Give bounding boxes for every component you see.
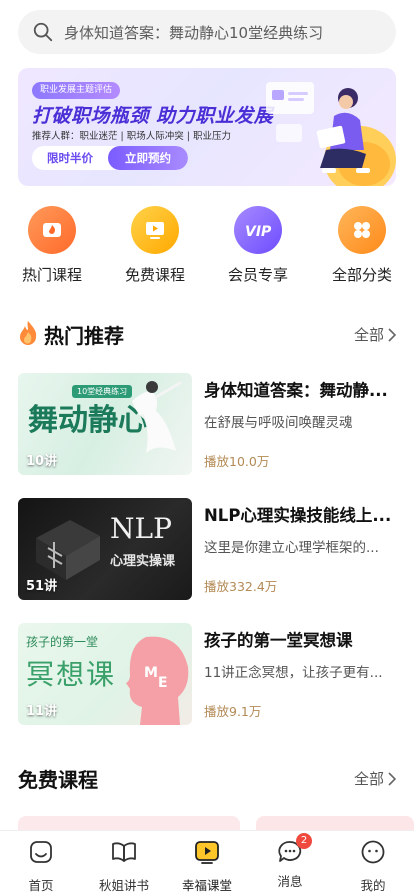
child-head-profile-image: M E [126,636,189,725]
quick-entry-label: 会员专享 [227,266,288,284]
tab-label: 秋姐讲书 [98,878,149,893]
course-title: NLP心理实操技能线上... [204,506,392,525]
tab-label: 我的 [360,878,386,893]
classroom-play-icon [195,841,219,864]
course-description: 11讲正念冥想，让孩子更有... [204,665,383,681]
thumbnail-subtitle: 心理实操课 [110,554,176,569]
hot-see-all-link[interactable]: 全部 [354,324,396,345]
banner-price-label: 限时半价 [47,151,93,165]
chevron-right-icon [388,771,396,786]
course-thumbnail: 孩子的第一堂 冥想课 M E 11讲 [18,623,192,725]
book-icon [112,842,136,862]
unread-badge: 2 [296,833,312,849]
svg-text:M: M [144,665,158,681]
free-section-title: 免费课程 [18,768,98,792]
lesson-count-badge: 51讲 [26,579,58,594]
bottom-tab-bar: 首页 秋姐讲书 幸福课堂 2 消息 我的 [0,830,414,896]
course-description: 在舒展与呼吸间唤醒灵魂 [204,415,353,431]
course-card[interactable]: 舞动静心 10堂经典练习 10讲 身体知道答案：舞动静... 在舒展与呼吸间唤醒… [18,373,396,477]
svg-text:E: E [158,675,168,691]
play-screen-icon [131,206,179,254]
course-card[interactable]: NLP 心理实操课 51讲 NLP心理实操技能线上... 这里是你建立心理学框架… [18,498,396,602]
hot-section-title: 热门推荐 [44,324,124,348]
play-count: 播放10.0万 [204,454,270,469]
thumbnail-title: NLP [110,512,172,545]
thumbnail-title: 冥想课 [26,658,117,691]
tab-label: 幸福课堂 [181,878,232,893]
person-reading-illustration [266,82,396,186]
free-see-all-link[interactable]: 全部 [354,768,396,789]
course-card[interactable]: 孩子的第一堂 冥想课 M E 11讲 孩子的第一堂冥想课 11讲正念冥想，让孩子… [18,623,396,727]
free-course-card-preview [256,816,414,830]
search-bar[interactable]: 身体知道答案：舞动静心10堂经典练习 [18,10,396,54]
quick-entry-all-categories[interactable]: 全部分类 [317,206,407,285]
quick-entry-label: 全部分类 [331,266,392,284]
free-course-card-preview [18,816,240,830]
play-count: 播放9.1万 [204,704,262,719]
play-count: 播放332.4万 [204,579,278,594]
quick-entry-label: 热门课程 [21,266,82,284]
chevron-right-icon [388,327,396,342]
see-all-label: 全部 [353,770,384,788]
dancer-figure-image [132,381,182,453]
quick-entry-free-courses[interactable]: 免费课程 [110,206,200,285]
flame-icon [20,321,37,345]
course-description: 这里是你建立心理学框架的... [204,540,379,556]
vip-icon: VIP [234,206,282,254]
quick-entry-row: 热门课程 免费课程 VIP 会员专享 全部分类 [0,206,414,286]
svg-text:VIP: VIP [245,224,272,239]
flame-icon [28,206,76,254]
quick-entry-hot-courses[interactable]: 热门课程 [7,206,97,285]
grid-clover-icon [338,206,386,254]
banner-tag: 职业发展主题评估 [32,82,121,99]
tab-book-talk[interactable]: 秋姐讲书 [92,839,156,894]
course-title: 身体知道答案：舞动静... [204,381,388,400]
see-all-label: 全部 [353,326,384,344]
lesson-count-badge: 11讲 [26,704,58,719]
home-icon [30,841,52,863]
thumbnail-subtitle: 孩子的第一堂 [26,635,99,649]
banner-subtitle: 推荐人群：职业迷茫 | 职场人际冲突 | 职业压力 [32,131,231,142]
book-now-button[interactable]: 立即预约 [108,146,188,170]
promo-banner[interactable]: 职业发展主题评估 打破职场瓶颈 助力职业发展 推荐人群：职业迷茫 | 职场人际冲… [18,68,396,186]
search-placeholder: 身体知道答案：舞动静心10堂经典练习 [64,23,324,42]
tab-label: 消息 [277,874,303,889]
quick-entry-vip[interactable]: VIP 会员专享 [213,206,303,285]
course-thumbnail: 舞动静心 10堂经典练习 10讲 [18,373,192,475]
lesson-count-badge: 10讲 [26,454,58,469]
tab-happy-classroom[interactable]: 幸福课堂 [175,839,239,894]
course-thumbnail: NLP 心理实操课 51讲 [18,498,192,600]
tab-messages[interactable]: 2 消息 [258,833,322,890]
quick-entry-label: 免费课程 [124,266,185,284]
banner-action: 限时半价 立即预约 [32,146,188,170]
tab-profile[interactable]: 我的 [341,839,405,894]
tab-home[interactable]: 首页 [9,839,73,894]
tab-label: 首页 [28,878,54,893]
course-title: 孩子的第一堂冥想课 [204,631,353,650]
profile-icon [361,840,385,864]
search-icon [33,22,53,42]
banner-title: 打破职场瓶颈 助力职业发展 [32,105,274,127]
